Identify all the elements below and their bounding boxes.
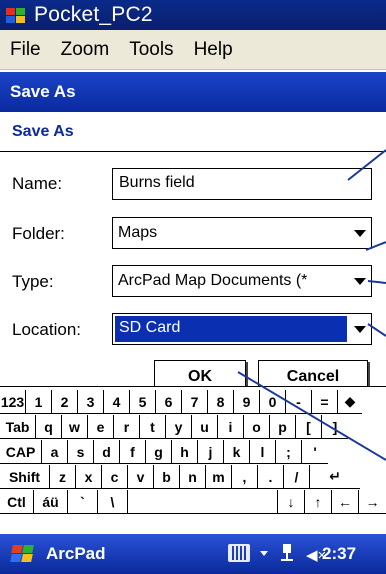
key-e[interactable]: e [88,415,114,439]
key-caps[interactable]: CAP [0,440,42,464]
key-right[interactable]: → [359,490,386,514]
key-z[interactable]: z [50,465,76,489]
key-intl[interactable]: áü [34,490,68,514]
key-ctrl[interactable]: Ctl [0,490,34,514]
window-title: Pocket_PC2 [34,3,153,26]
key-t[interactable]: t [140,415,166,439]
key-semicolon[interactable]: ; [276,440,302,464]
key-slash[interactable]: / [284,465,310,489]
key-g[interactable]: g [146,440,172,464]
key-l[interactable]: l [250,440,276,464]
type-dropdown[interactable]: ArcPad Map Documents (* [112,265,372,297]
key-r[interactable]: r [114,415,140,439]
key-o[interactable]: o [244,415,270,439]
key-minus[interactable]: - [286,390,312,414]
navigation-bar: Save As [0,72,386,112]
key-y[interactable]: y [166,415,192,439]
type-value: ArcPad Map Documents (* [118,272,308,289]
windows-logo-icon [4,6,28,24]
network-icon[interactable] [280,542,294,564]
key-backtick[interactable]: ` [68,490,98,514]
key-i[interactable]: i [218,415,244,439]
clock: 2:37 [322,544,357,563]
key-v[interactable]: v [128,465,154,489]
key-0[interactable]: 0 [260,390,286,414]
dialog-heading-text: Save As [12,122,74,140]
taskbar: ArcPad ◀× 2:37 [0,534,386,574]
key-left[interactable]: ← [332,490,359,514]
key-up[interactable]: ↑ [305,490,332,514]
key-w[interactable]: w [62,415,88,439]
key-equals[interactable]: = [312,390,338,414]
keyboard-row-4: Shift z x c v b n m , . / ↵ [0,465,386,489]
key-u[interactable]: u [192,415,218,439]
key-123[interactable]: 123 [0,390,26,414]
key-enter[interactable]: ↵ [310,465,360,489]
soft-keyboard: 123 1 2 3 4 5 6 7 8 9 0 - = ◆ Tab q w e … [0,386,386,532]
key-p[interactable]: p [270,415,296,439]
menu-file[interactable]: File [10,39,41,61]
key-a[interactable]: a [42,440,68,464]
key-b[interactable]: b [154,465,180,489]
key-5[interactable]: 5 [130,390,156,414]
name-label: Name: [12,174,63,193]
key-backspace[interactable]: ◆ [338,390,362,414]
folder-dropdown[interactable]: Maps [112,217,372,249]
key-n[interactable]: n [180,465,206,489]
window-title-bar: Pocket_PC2 [0,0,386,30]
key-k[interactable]: k [224,440,250,464]
keyboard-row-1: 123 1 2 3 4 5 6 7 8 9 0 - = ◆ [0,390,386,414]
nav-title: Save As [10,82,76,101]
menu-help[interactable]: Help [194,39,233,61]
key-6[interactable]: 6 [156,390,182,414]
key-m[interactable]: m [206,465,232,489]
chevron-down-icon[interactable] [349,277,371,285]
key-shift[interactable]: Shift [0,465,50,489]
key-right-bracket[interactable]: ] [322,415,348,439]
key-f[interactable]: f [120,440,146,464]
taskbar-app-name: ArcPad [46,544,106,563]
location-label: Location: [12,320,81,339]
type-label: Type: [12,272,54,291]
key-x[interactable]: x [76,465,102,489]
keyboard-row-2: Tab q w e r t y u i o p [ ] [0,415,386,439]
menu-zoom[interactable]: Zoom [61,39,110,61]
key-9[interactable]: 9 [234,390,260,414]
key-c[interactable]: c [102,465,128,489]
location-value: SD Card [115,316,347,342]
key-j[interactable]: j [198,440,224,464]
chevron-down-icon[interactable] [349,325,371,333]
key-comma[interactable]: , [232,465,258,489]
folder-label: Folder: [12,224,65,243]
chevron-down-icon[interactable] [260,551,268,556]
keyboard-row-3: CAP a s d f g h j k l ; ' [0,440,386,464]
key-3[interactable]: 3 [78,390,104,414]
keyboard-icon[interactable] [228,544,250,562]
menu-bar: File Zoom Tools Help [0,30,386,70]
keyboard-row-5: Ctl áü ` \ ↓ ↑ ← → [0,490,386,514]
chevron-down-icon[interactable] [349,229,371,237]
key-quote[interactable]: ' [302,440,328,464]
location-dropdown[interactable]: SD Card [112,313,372,345]
windows-flag-icon[interactable] [8,543,38,565]
key-period[interactable]: . [258,465,284,489]
key-2[interactable]: 2 [52,390,78,414]
key-left-bracket[interactable]: [ [296,415,322,439]
key-backslash[interactable]: \ [98,490,128,514]
folder-value: Maps [118,224,158,241]
dialog-heading: Save As [0,112,386,152]
key-8[interactable]: 8 [208,390,234,414]
menu-tools[interactable]: Tools [129,39,173,61]
name-input[interactable]: Burns field [112,168,372,200]
key-q[interactable]: q [36,415,62,439]
key-1[interactable]: 1 [26,390,52,414]
key-h[interactable]: h [172,440,198,464]
key-space[interactable] [128,490,278,514]
key-4[interactable]: 4 [104,390,130,414]
key-tab[interactable]: Tab [0,415,36,439]
key-7[interactable]: 7 [182,390,208,414]
key-d[interactable]: d [94,440,120,464]
key-s[interactable]: s [68,440,94,464]
key-down[interactable]: ↓ [278,490,305,514]
